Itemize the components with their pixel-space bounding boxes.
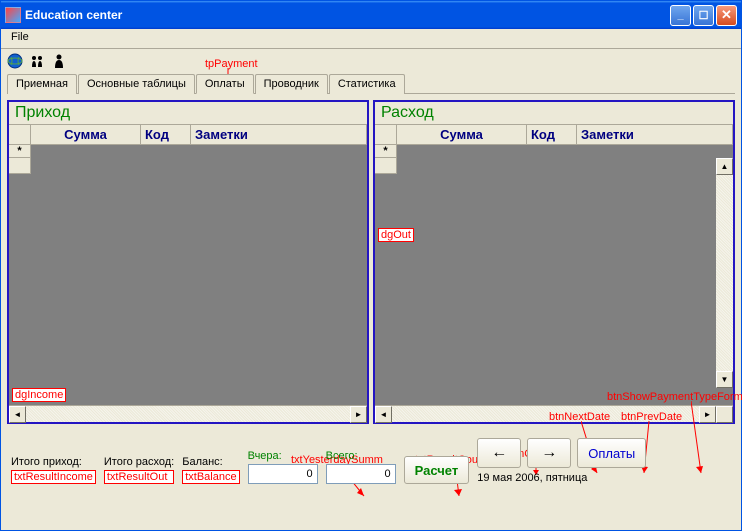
scroll-left-icon[interactable]: ◄ [375,406,392,423]
tab-explorer[interactable]: Проводник [255,74,328,94]
tab-payments[interactable]: Оплаты [196,74,254,94]
scroll-right-icon[interactable]: ► [350,406,367,423]
arrow-left-icon: ← [491,444,507,462]
footer-bar: Итого приход: txtResultIncome Итого расх… [1,430,741,492]
income-grid-header: Сумма Код Заметки [9,124,367,145]
expense-pane: Расход Сумма Код Заметки * dgOut ▲ ▼ [373,100,735,424]
scroll-track[interactable] [26,406,350,422]
expense-grid-header: Сумма Код Заметки [375,124,733,145]
expense-h-scrollbar[interactable]: ◄ ► [375,405,733,422]
income-col-code[interactable]: Код [141,125,191,144]
income-new-row[interactable]: * [9,145,367,158]
scroll-track[interactable] [392,406,699,422]
maximize-button[interactable]: ☐ [693,5,714,26]
income-pane: Приход Сумма Код Заметки * dgIncome ◄ ► [7,100,369,424]
income-new-row-indicator: * [9,145,31,158]
current-date-text: 19 мая 2006, пятница [477,472,646,484]
income-title: Приход [9,102,367,124]
income-col-notes[interactable]: Заметки [191,125,367,144]
expense-col-sum[interactable]: Сумма [397,125,527,144]
titlebar: Education center _ ☐ ✕ [1,1,741,29]
minimize-button[interactable]: _ [670,5,691,26]
income-col-sum[interactable]: Сумма [31,125,141,144]
arrow-right-icon: → [541,444,557,462]
annotation-dgout: dgOut [378,228,414,242]
total-field: Всего: [326,450,396,484]
income-rowheader-col [9,125,31,144]
income-grid-body[interactable]: dgIncome [9,158,367,405]
scroll-right-icon[interactable]: ► [699,406,716,423]
expense-rowheader-col [375,125,397,144]
scroll-left-icon[interactable]: ◄ [9,406,26,423]
income-rowhdr-strip [9,158,31,174]
balance-label: Баланс: [182,456,239,468]
expense-rowhdr-strip [375,158,397,174]
tab-statistics[interactable]: Статистика [329,74,405,94]
toolbar [1,49,741,73]
scroll-down-icon[interactable]: ▼ [716,371,733,388]
calculate-button[interactable]: Расчет [404,456,470,484]
tab-reception[interactable]: Приемная [7,74,77,94]
expense-new-row-indicator: * [375,145,397,158]
annotation-dgincome: dgIncome [12,388,66,402]
expense-v-scrollbar[interactable]: ▲ ▼ [716,158,733,388]
yesterday-label: Вчера: [248,450,318,462]
annotation-txtbalance: txtBalance [182,470,239,484]
people-icon[interactable] [29,53,45,69]
yesterday-field: Вчера: [248,450,318,484]
tab-strip: Приемная Основные таблицы Оплаты Проводн… [1,73,741,93]
prev-date-button[interactable]: ← [477,438,521,468]
scroll-up-icon[interactable]: ▲ [716,158,733,175]
total-income-label: Итого приход: [11,456,96,468]
scroll-corner [716,406,733,423]
yesterday-input[interactable] [248,464,318,484]
total-income-field: Итого приход: txtResultIncome [11,456,96,484]
expense-grid-body[interactable]: dgOut ▲ ▼ [375,158,733,405]
close-button[interactable]: ✕ [716,5,737,26]
total-label: Всего: [326,450,396,462]
tab-main-tables[interactable]: Основные таблицы [78,74,195,94]
person-icon[interactable] [51,53,67,69]
annotation-txtresultout: txtResultOut [104,470,174,484]
next-date-button[interactable]: → [527,438,571,468]
total-expense-label: Итого расход: [104,456,174,468]
total-input[interactable] [326,464,396,484]
expense-title: Расход [375,102,733,124]
total-expense-field: Итого расход: txtResultOut [104,456,174,484]
menubar: File [1,29,741,49]
menu-file[interactable]: File [5,29,35,45]
app-window: Education center _ ☐ ✕ File tpPayment Пр… [0,0,742,531]
grids-container: Приход Сумма Код Заметки * dgIncome ◄ ► … [1,94,741,430]
payments-button[interactable]: Оплаты [577,438,646,468]
income-h-scrollbar[interactable]: ◄ ► [9,405,367,422]
annotation-txtresultincome: txtResultIncome [11,470,96,484]
balance-field: Баланс: txtBalance [182,456,239,484]
expense-new-row[interactable]: * [375,145,733,158]
expense-col-notes[interactable]: Заметки [577,125,733,144]
window-title: Education center [25,8,668,22]
expense-col-code[interactable]: Код [527,125,577,144]
app-icon [5,7,21,23]
globe-icon[interactable] [7,53,23,69]
